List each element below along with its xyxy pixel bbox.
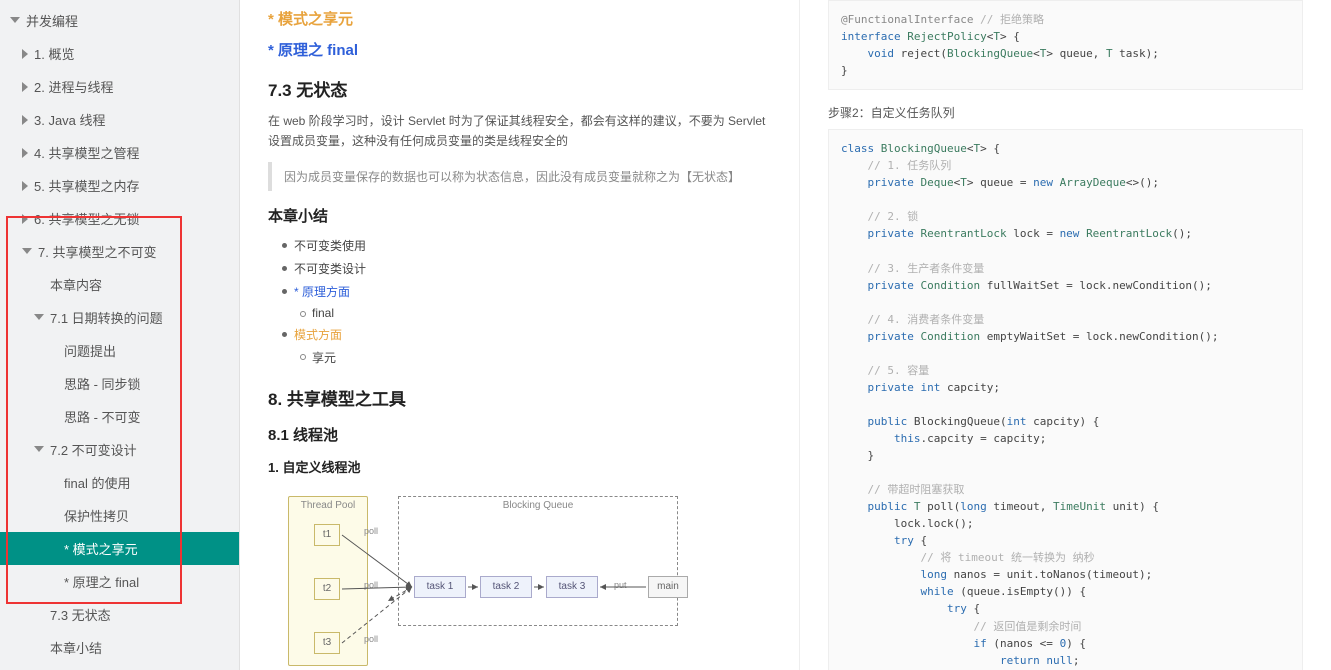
- task-2: task 2: [480, 576, 532, 598]
- sidebar-item-label: 7.2 不可变设计: [50, 440, 137, 459]
- task-1: task 1: [414, 576, 466, 598]
- heading-7-3: 7.3 无状态: [268, 76, 771, 101]
- sidebar-item[interactable]: 思路 - 不可变: [0, 400, 239, 433]
- poll-label-3: poll: [364, 634, 378, 644]
- sidebar-item[interactable]: 本章小结: [0, 631, 239, 664]
- chevron-right-icon: [22, 181, 28, 191]
- sidebar-item-label: 2. 进程与线程: [34, 77, 113, 96]
- sidebar-item-label: * 原理之 final: [64, 572, 139, 591]
- heading-8-1: 8.1 线程池: [268, 424, 771, 445]
- sidebar-item[interactable]: final 的使用: [0, 466, 239, 499]
- list-item: final: [300, 303, 771, 323]
- threadpool-diagram: Thread Pool t1 t2 t3 Blocking Queue task…: [268, 496, 771, 670]
- heading-8-1-1: 1. 自定义线程池: [268, 457, 771, 476]
- chevron-right-icon: [22, 115, 28, 125]
- list-item: 享元: [300, 346, 771, 369]
- sidebar-item[interactable]: 5. 共享模型之内存: [0, 169, 239, 202]
- sidebar-item[interactable]: 保护性拷贝: [0, 499, 239, 532]
- chevron-down-icon: [34, 314, 44, 320]
- sidebar-item[interactable]: 7.3 无状态: [0, 598, 239, 631]
- poll-label-2: poll: [364, 580, 378, 590]
- heading-flyweight: * 模式之享元: [268, 8, 771, 29]
- sidebar-item-label: 7.3 无状态: [50, 605, 111, 624]
- sidebar-item[interactable]: 问题提出: [0, 334, 239, 367]
- sidebar-root[interactable]: 并发编程: [0, 4, 239, 37]
- sidebar-item[interactable]: 本章内容: [0, 268, 239, 301]
- heading-final: * 原理之 final: [268, 39, 771, 60]
- blocking-queue-box: Blocking Queue: [398, 496, 678, 626]
- summary-link[interactable]: 模式方面: [294, 328, 342, 342]
- task-3: task 3: [546, 576, 598, 598]
- sidebar-item[interactable]: 7. 共享模型之不可变: [0, 235, 239, 268]
- sidebar-item-label: 4. 共享模型之管程: [34, 143, 139, 162]
- sidebar-item[interactable]: * 原理之 final: [0, 565, 239, 598]
- sidebar-item[interactable]: 6. 共享模型之无锁: [0, 202, 239, 235]
- sidebar-item-label: 7. 共享模型之不可变: [38, 242, 156, 261]
- list-item: 不可变类设计: [282, 257, 771, 280]
- sidebar: 并发编程 1. 概览 2. 进程与线程 3. Java 线程 4. 共享模型之管程 5.…: [0, 0, 240, 670]
- sidebar-item[interactable]: 2. 进程与线程: [0, 70, 239, 103]
- blocking-queue-label: Blocking Queue: [399, 497, 677, 514]
- sidebar-item[interactable]: 1. 概览: [0, 37, 239, 70]
- thread-t3: t3: [314, 632, 340, 654]
- sidebar-item-label: 7.1 日期转换的问题: [50, 308, 163, 327]
- poll-label-1: poll: [364, 526, 378, 536]
- list-item: * 原理方面: [282, 280, 771, 303]
- content-right: @FunctionalInterface // 拒绝策略 interface R…: [800, 0, 1331, 670]
- sidebar-item-label: 3. Java 线程: [34, 110, 106, 129]
- sidebar-item[interactable]: 7.2 不可变设计: [0, 433, 239, 466]
- chevron-down-icon: [22, 248, 32, 254]
- code-reject-policy: @FunctionalInterface // 拒绝策略 interface R…: [828, 0, 1303, 90]
- thread-t2: t2: [314, 578, 340, 600]
- sidebar-item[interactable]: * 模式之享元: [0, 532, 239, 565]
- thread-pool-label: Thread Pool: [289, 497, 367, 514]
- blockquote-7-3: 因为成员变量保存的数据也可以称为状态信息，因此没有成员变量就称之为【无状态】: [268, 162, 771, 191]
- chevron-right-icon: [22, 148, 28, 158]
- content-left: * 模式之享元 * 原理之 final 7.3 无状态 在 web 阶段学习时，…: [240, 0, 800, 670]
- chevron-right-icon: [22, 49, 28, 59]
- thread-t1: t1: [314, 524, 340, 546]
- sidebar-item-label: 思路 - 不可变: [64, 407, 141, 426]
- sidebar-item[interactable]: 3. Java 线程: [0, 103, 239, 136]
- summary-link[interactable]: * 原理方面: [294, 285, 350, 299]
- chevron-right-icon: [22, 214, 28, 224]
- sidebar-item-label: final 的使用: [64, 473, 130, 492]
- main-box: main: [648, 576, 688, 598]
- sidebar-item-label: 思路 - 同步锁: [64, 374, 141, 393]
- sidebar-item[interactable]: 8. 共享模型之工具: [0, 664, 239, 670]
- chevron-right-icon: [22, 82, 28, 92]
- sidebar-item[interactable]: 思路 - 同步锁: [0, 367, 239, 400]
- list-item: 不可变类使用: [282, 234, 771, 257]
- heading-8: 8. 共享模型之工具: [268, 385, 771, 410]
- sidebar-item-label: * 模式之享元: [64, 539, 138, 558]
- paragraph-7-3: 在 web 阶段学习时，设计 Servlet 时为了保证其线程安全，都会有这样的…: [268, 111, 771, 152]
- sidebar-item[interactable]: 4. 共享模型之管程: [0, 136, 239, 169]
- heading-summary: 本章小结: [268, 205, 771, 226]
- sidebar-item-label: 保护性拷贝: [64, 506, 129, 525]
- sidebar-root-label: 并发编程: [26, 11, 78, 30]
- chevron-down-icon: [10, 17, 20, 23]
- sidebar-item-label: 1. 概览: [34, 44, 74, 63]
- sidebar-item[interactable]: 7.1 日期转换的问题: [0, 301, 239, 334]
- sidebar-item-label: 问题提出: [64, 341, 116, 360]
- sidebar-item-label: 本章内容: [50, 275, 102, 294]
- chevron-down-icon: [34, 446, 44, 452]
- list-item: 模式方面: [282, 323, 771, 346]
- step-2-label: 步骤2：自定义任务队列: [828, 104, 1303, 121]
- put-label: put: [614, 580, 627, 590]
- sidebar-item-label: 本章小结: [50, 638, 102, 657]
- code-blocking-queue: class BlockingQueue<T> { // 1. 任务队列 priv…: [828, 129, 1303, 670]
- sidebar-item-label: 6. 共享模型之无锁: [34, 209, 139, 228]
- summary-list: 不可变类使用不可变类设计 * 原理方面 final 模式方面享元: [268, 234, 771, 369]
- sidebar-item-label: 5. 共享模型之内存: [34, 176, 139, 195]
